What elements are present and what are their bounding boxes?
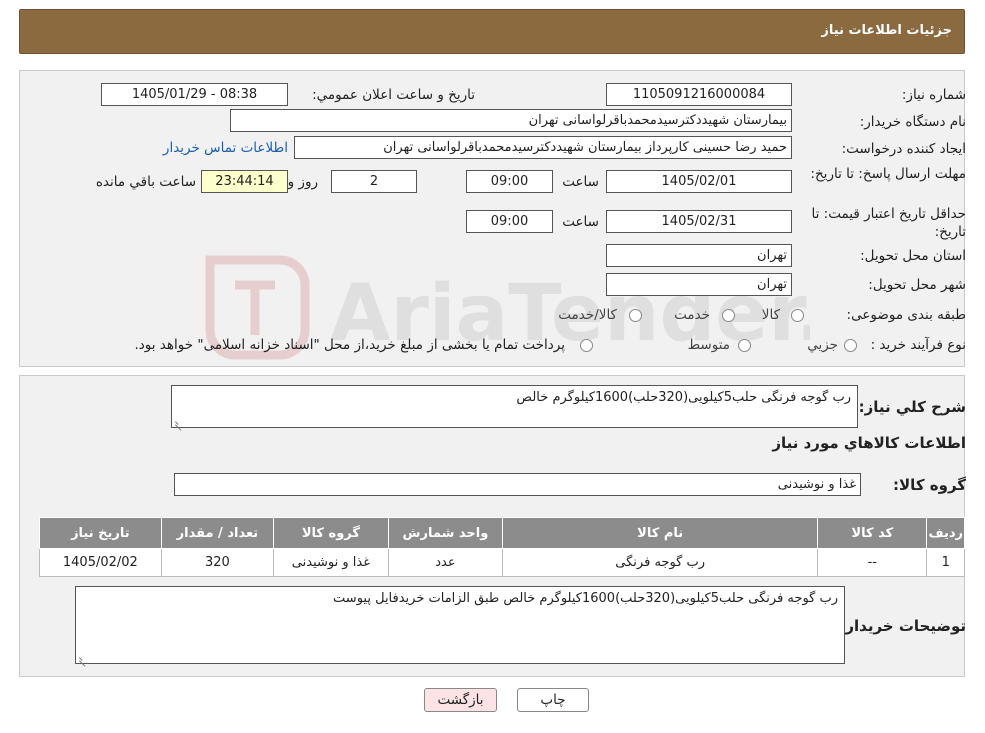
deadline-date-field: 1405/02/01	[606, 170, 792, 193]
cell-unit: عدد	[387, 548, 504, 577]
validity-time-label: ساعت	[562, 214, 599, 230]
page-header: جزئیات اطلاعات نیاز	[19, 9, 965, 54]
city-label: شهر محل تحویل:	[868, 277, 966, 293]
category-goods-service-radio[interactable]	[629, 309, 642, 322]
treasury-payment-checkbox[interactable]	[580, 339, 593, 352]
page-title: جزئیات اطلاعات نیاز	[821, 23, 952, 38]
purchase-medium-radio[interactable]	[738, 339, 751, 352]
description-text: رب گوجه فرنگی حلب5کیلویی(320حلب)1600کیلو…	[516, 390, 851, 405]
need-number-label: شماره نیاز:	[901, 87, 966, 103]
cell-goods-name: رب گوجه فرنگی	[502, 548, 819, 577]
province-label: استان محل تحویل:	[860, 248, 966, 264]
category-service-radio[interactable]	[722, 309, 735, 322]
remaining-time-field: 23:44:14	[201, 170, 288, 193]
buyer-org-label: نام دستگاه خریدار:	[859, 114, 966, 130]
announce-label: تاریخ و ساعت اعلان عمومي:	[312, 87, 475, 103]
buyer-contact-link[interactable]: اطلاعات تماس خریدار	[163, 140, 288, 156]
print-button[interactable]: چاپ	[517, 688, 589, 712]
description-label: شرح کلي نیاز:	[858, 398, 966, 416]
buyer-org-field: بیمارستان شهیددکترسیدمحمدباقرلواسانی تهر…	[230, 109, 792, 132]
purchase-type-label: نوع فرآیند خرید :	[870, 337, 966, 353]
days-label: روز و	[287, 174, 318, 190]
remaining-time-label: ساعت باقي مانده	[95, 174, 196, 190]
col-goods-group: گروه کالا	[273, 517, 389, 549]
purchase-medium-label: متوسط	[687, 337, 730, 353]
col-goods-code: کد کالا	[817, 517, 928, 549]
goods-table: ردیف کد کالا نام کالا واحد شمارش گروه کا…	[39, 517, 965, 577]
category-goods-service-label: کالا/خدمت	[558, 307, 617, 323]
buyer-notes-label: توضیحات خریدار:	[839, 617, 966, 635]
col-unit: واحد شمارش	[387, 517, 504, 549]
table-row: 1 -- رب گوجه فرنگی عدد غذا و نوشیدنی 320…	[39, 548, 965, 577]
cell-goods-group: غذا و نوشیدنی	[273, 548, 389, 577]
buyer-notes-textarea[interactable]: رب گوجه فرنگی حلب5کیلویی(320حلب)1600کیلو…	[75, 586, 845, 664]
validity-time-field: 09:00	[466, 210, 553, 233]
category-goods-label: کالا	[761, 307, 780, 323]
creator-field: حمید رضا حسینی کارپرداز بیمارستان شهیددک…	[294, 136, 792, 159]
deadline-time-label: ساعت	[562, 174, 599, 190]
category-label: طبقه بندی موضوعی:	[846, 307, 966, 323]
back-button[interactable]: بازگشت	[424, 688, 497, 712]
validity-date-field: 1405/02/31	[606, 210, 792, 233]
deadline-label: مهلت ارسال پاسخ: تا تاریخ:	[810, 166, 966, 182]
cell-need-date: 1405/02/02	[39, 548, 162, 577]
resize-grip-icon[interactable]	[174, 417, 182, 425]
days-remaining-field: 2	[331, 170, 417, 193]
deadline-time-field: 09:00	[466, 170, 553, 193]
treasury-payment-note: پرداخت تمام یا بخشی از مبلغ خرید،از محل …	[134, 337, 565, 353]
table-header-row: ردیف کد کالا نام کالا واحد شمارش گروه کا…	[39, 517, 965, 549]
cell-quantity: 320	[160, 548, 275, 577]
description-textarea[interactable]: رب گوجه فرنگی حلب5کیلویی(320حلب)1600کیلو…	[171, 385, 858, 428]
col-goods-name: نام کالا	[502, 517, 819, 549]
buyer-notes-text: رب گوجه فرنگی حلب5کیلویی(320حلب)1600کیلو…	[333, 591, 838, 606]
category-service-label: خدمت	[674, 307, 710, 323]
goods-group-label: گروه کالا:	[893, 476, 966, 494]
category-goods-radio[interactable]	[791, 309, 804, 322]
price-validity-label: حداقل تاریخ اعتبار قیمت: تا تاریخ:	[811, 206, 966, 240]
purchase-minor-label: جزیي	[807, 337, 838, 353]
goods-info-title: اطلاعات کالاهاي مورد نیاز	[772, 434, 966, 452]
need-number-field: 1105091216000084	[606, 83, 792, 106]
province-field: تهران	[606, 244, 792, 267]
creator-label: ایجاد کننده درخواست:	[841, 141, 966, 157]
announce-datetime-field: 1405/01/29 - 08:38	[101, 83, 288, 106]
col-need-date: تاریخ نیاز	[39, 517, 162, 549]
cell-row-number: 1	[926, 548, 965, 577]
resize-grip-icon[interactable]	[78, 653, 86, 661]
purchase-minor-radio[interactable]	[844, 339, 857, 352]
goods-group-field: غذا و نوشیدنی	[174, 473, 861, 496]
city-field: تهران	[606, 273, 792, 296]
cell-goods-code: --	[817, 548, 928, 577]
col-quantity: تعداد / مقدار	[160, 517, 275, 549]
col-row-number: ردیف	[926, 517, 965, 549]
